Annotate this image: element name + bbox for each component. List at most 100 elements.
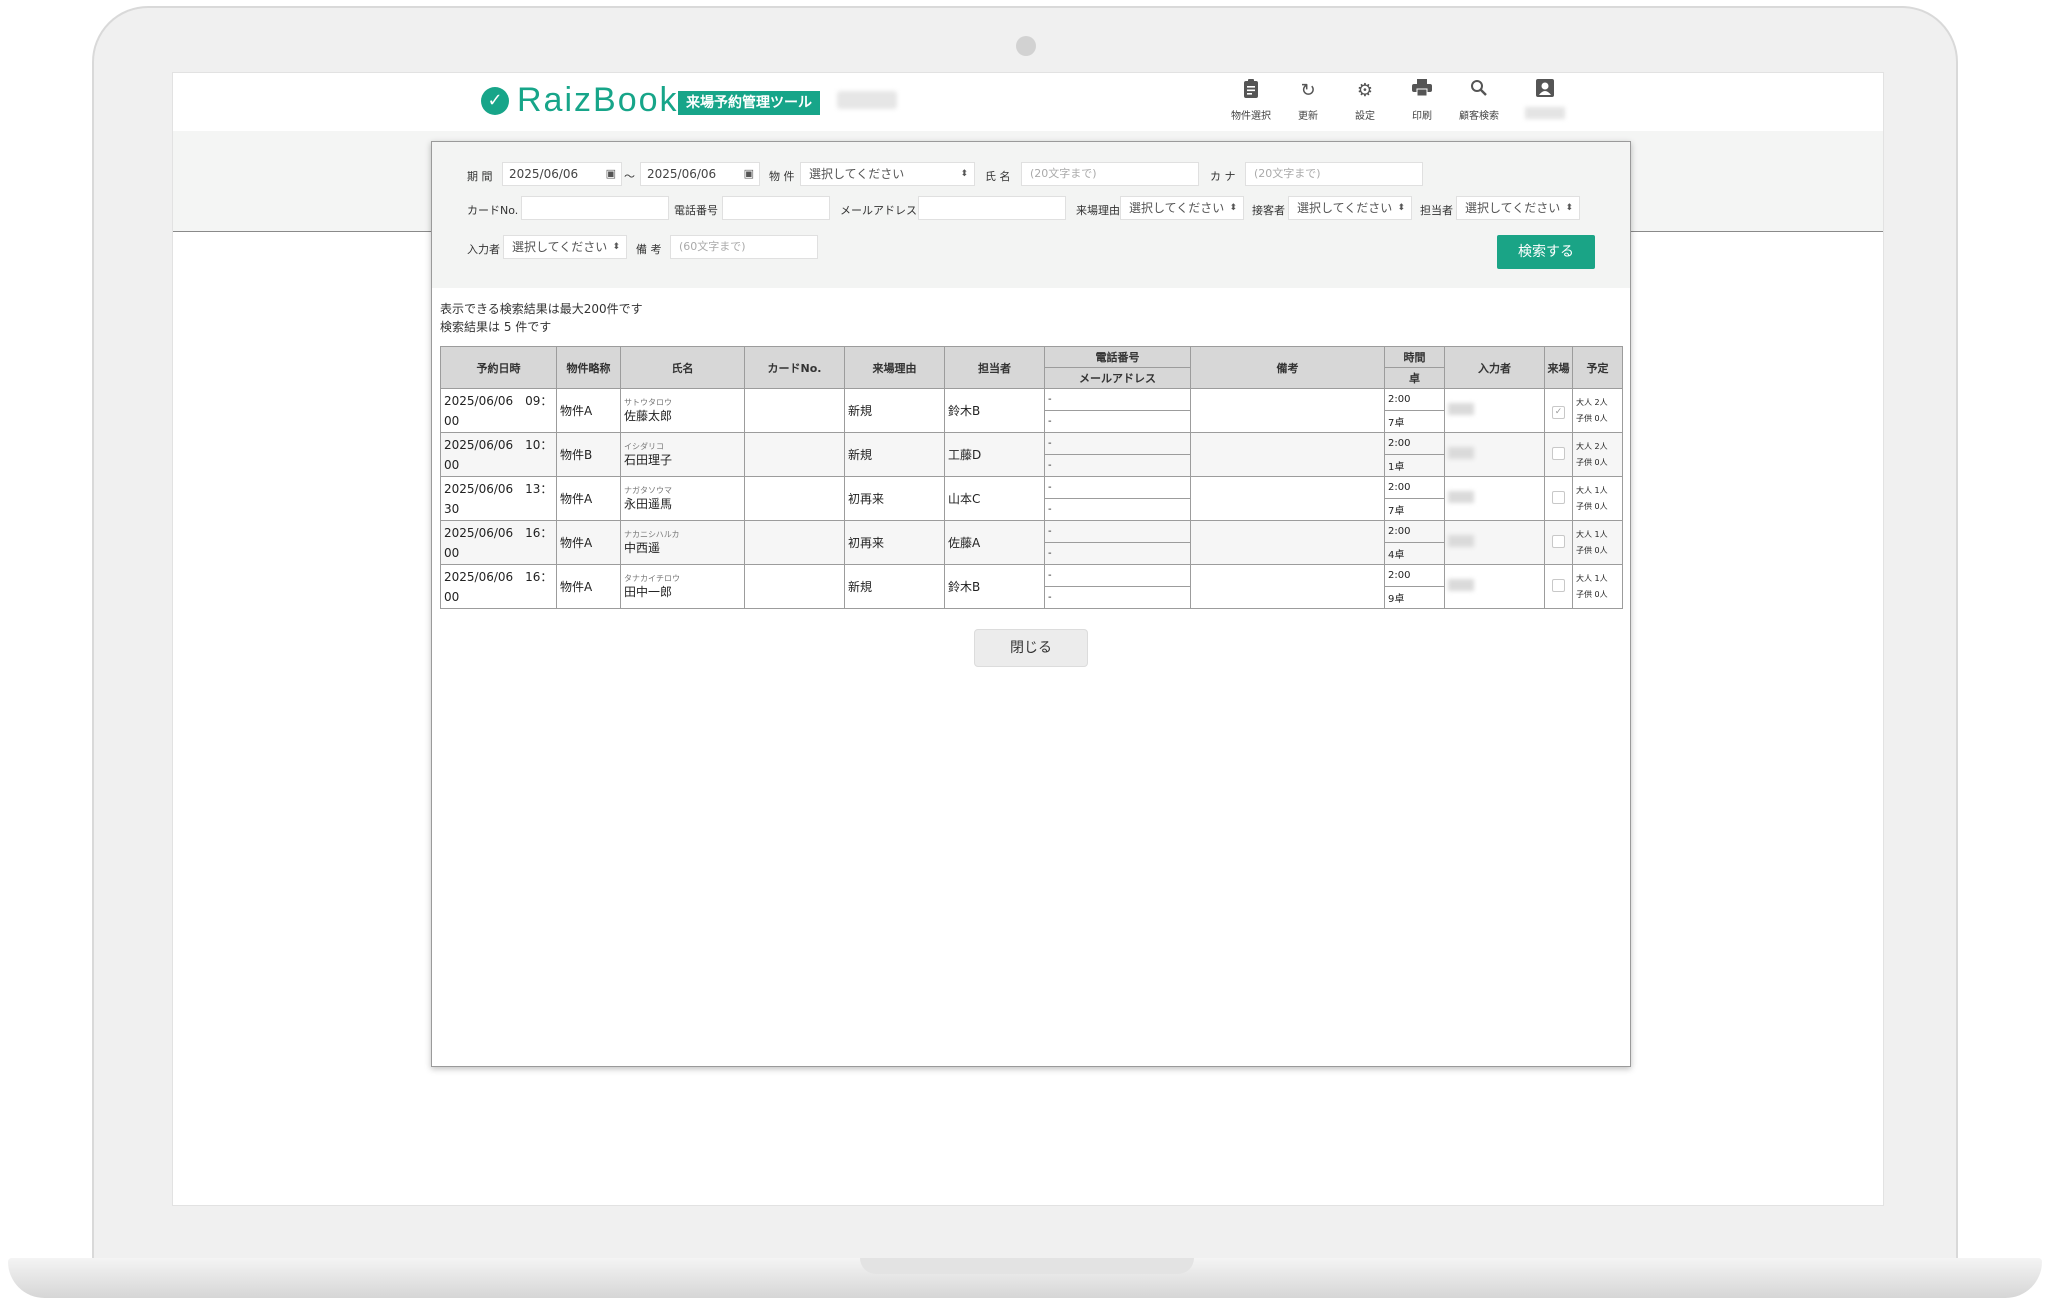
header-button-customer-search[interactable]: 顧客検索 [1454, 79, 1504, 122]
schedule-adults: 大人 2人 [1576, 397, 1608, 407]
cell-phone: - [1044, 564, 1191, 587]
datetime-text: 2025/06/06 13： [444, 481, 553, 496]
cell-table: 9卓 [1384, 586, 1445, 609]
card-input[interactable] [521, 196, 669, 220]
name-kana: タナカイチロウ [624, 573, 680, 583]
table-row[interactable]: 2025/06/06 16： 00 物件A タナカイチロウ 田中一郎 新規 鈴木B - 2:00… [440, 564, 1623, 609]
visited-checkbox[interactable]: ✓ [1552, 405, 1565, 419]
guest-select[interactable]: 選択してください ⬍ [1288, 196, 1412, 220]
property-select[interactable]: 選択してください ⬍ [800, 162, 975, 186]
select-arrows-icon: ⬍ [1229, 203, 1237, 213]
header-button-label: 更新 [1298, 111, 1318, 122]
table-row[interactable]: 2025/06/06 10： 00 物件B イシダリコ 石田理子 新規 工藤D - 2:00 大人… [440, 432, 1623, 477]
cell-card [744, 520, 845, 565]
cell-card [744, 564, 845, 609]
cell-notes [1190, 564, 1385, 609]
close-button[interactable]: 閉じる [974, 629, 1088, 667]
cell-notes [1190, 520, 1385, 565]
header-button-label: 設定 [1355, 111, 1375, 122]
cell-phone: - [1044, 432, 1191, 455]
cell-phone: - [1044, 476, 1191, 499]
results-table: 予約日時 物件略称 氏名 カードNo. 来場理由 担当者 電話番号 備考 時間 … [440, 346, 1623, 609]
cell-property: 物件B [556, 432, 621, 477]
name-placeholder: (20文字まで) [1030, 167, 1097, 180]
cell-staff: 山本C [944, 476, 1045, 521]
header-schedule: 予定 [1572, 346, 1623, 389]
cell-name: タナカイチロウ 田中一郎 [620, 564, 745, 609]
header-button-label: 物件選択 [1231, 111, 1271, 122]
name-text: 佐藤太郎 [624, 408, 673, 423]
logo-text: RaizBook [517, 81, 679, 119]
cell-staff: 佐藤A [944, 520, 1045, 565]
select-arrows-icon: ⬍ [612, 242, 620, 252]
cell-table: 7卓 [1384, 498, 1445, 521]
header-phone: 電話番号 [1044, 346, 1191, 368]
check-icon: ✓ [481, 87, 509, 115]
date-to-input[interactable]: 2025/06/06 ▣ [640, 162, 760, 186]
cell-time: 2:00 [1384, 432, 1445, 455]
header-time: 時間 [1384, 346, 1445, 368]
email-input[interactable] [918, 196, 1066, 220]
card-label: カードNo. [467, 204, 519, 217]
phone-input[interactable] [722, 196, 830, 220]
datetime-minutes: 30 [444, 501, 460, 516]
header-staff: 担当者 [944, 346, 1045, 389]
kana-input[interactable]: (20文字まで) [1245, 162, 1423, 186]
cell-visited [1544, 476, 1573, 521]
visited-checkbox[interactable] [1552, 534, 1565, 548]
cell-table: 1卓 [1384, 454, 1445, 477]
header-button-settings[interactable]: ⚙ 設定 [1340, 79, 1390, 122]
staff-select[interactable]: 選択してください ⬍ [1456, 196, 1580, 220]
table-row[interactable]: 2025/06/06 16： 00 物件A ナカニシハルカ 中西遥 初再来 佐藤A - 2:00… [440, 520, 1623, 565]
visited-checkbox[interactable] [1552, 446, 1565, 460]
name-kana: サトウタロウ [624, 397, 672, 407]
notes-input[interactable]: (60文字まで) [670, 235, 818, 259]
staff-label: 担当者 [1420, 204, 1453, 217]
datetime-text: 2025/06/06 16： [444, 525, 553, 540]
header-button-refresh[interactable]: ↻ 更新 [1283, 79, 1333, 122]
header-entered-by: 入力者 [1444, 346, 1545, 389]
visited-checkbox[interactable] [1552, 578, 1565, 592]
name-input[interactable]: (20文字まで) [1021, 162, 1199, 186]
cell-name: ナガタソウマ 永田遥馬 [620, 476, 745, 521]
cell-time: 2:00 [1384, 520, 1445, 543]
cell-schedule: 大人 2人 子供 0人 [1572, 432, 1623, 477]
reason-select-value: 選択してください [1129, 201, 1225, 215]
cell-entered-by [1444, 520, 1545, 565]
notes-label: 備 考 [636, 243, 662, 256]
schedule-adults: 大人 2人 [1576, 441, 1608, 451]
visited-checkbox[interactable] [1552, 490, 1565, 504]
logo-badge: 来場予約管理ツール [678, 91, 820, 115]
cell-email: - [1044, 454, 1191, 477]
header-button-property[interactable]: 物件選択 [1226, 79, 1276, 122]
cell-reason: 新規 [844, 388, 945, 433]
cell-entered-by [1444, 388, 1545, 433]
cell-table: 4卓 [1384, 542, 1445, 565]
header-reason: 来場理由 [844, 346, 945, 389]
header-button-user[interactable] [1520, 79, 1570, 103]
table-row[interactable]: 2025/06/06 13： 30 物件A ナガタソウマ 永田遥馬 初再来 山本C - 2:00… [440, 476, 1623, 521]
cell-property: 物件A [556, 520, 621, 565]
cell-entered-by [1444, 476, 1545, 521]
reason-select[interactable]: 選択してください ⬍ [1120, 196, 1244, 220]
max-results-note: 表示できる検索結果は最大200件です [440, 302, 643, 316]
cell-property: 物件A [556, 476, 621, 521]
cell-time: 2:00 [1384, 476, 1445, 499]
name-text: 中西遥 [624, 540, 661, 555]
entered-select[interactable]: 選択してください ⬍ [503, 235, 627, 259]
header-button-print[interactable]: 印刷 [1397, 79, 1447, 122]
header-name: 氏名 [620, 346, 745, 389]
cell-entered-by [1444, 564, 1545, 609]
search-button[interactable]: 検索する [1497, 235, 1595, 269]
search-icon [1454, 79, 1504, 103]
cell-email: - [1044, 586, 1191, 609]
name-text: 石田理子 [624, 452, 673, 467]
schedule-children: 子供 0人 [1576, 413, 1608, 423]
cell-datetime: 2025/06/06 13： 30 [440, 476, 557, 521]
datetime-minutes: 00 [444, 545, 460, 560]
table-row[interactable]: 2025/06/06 09： 00 物件A サトウタロウ 佐藤太郎 新規 鈴木B - 2:00 ✓… [440, 388, 1623, 433]
name-label: 氏 名 [985, 170, 1011, 183]
name-kana: ナカニシハルカ [624, 529, 680, 539]
date-from-input[interactable]: 2025/06/06 ▣ [502, 162, 622, 186]
screen: ✓ RaizBook 来場予約管理ツール 物件選択 ↻ 更新 ⚙ 設定 印刷 顧… [172, 72, 1884, 1206]
